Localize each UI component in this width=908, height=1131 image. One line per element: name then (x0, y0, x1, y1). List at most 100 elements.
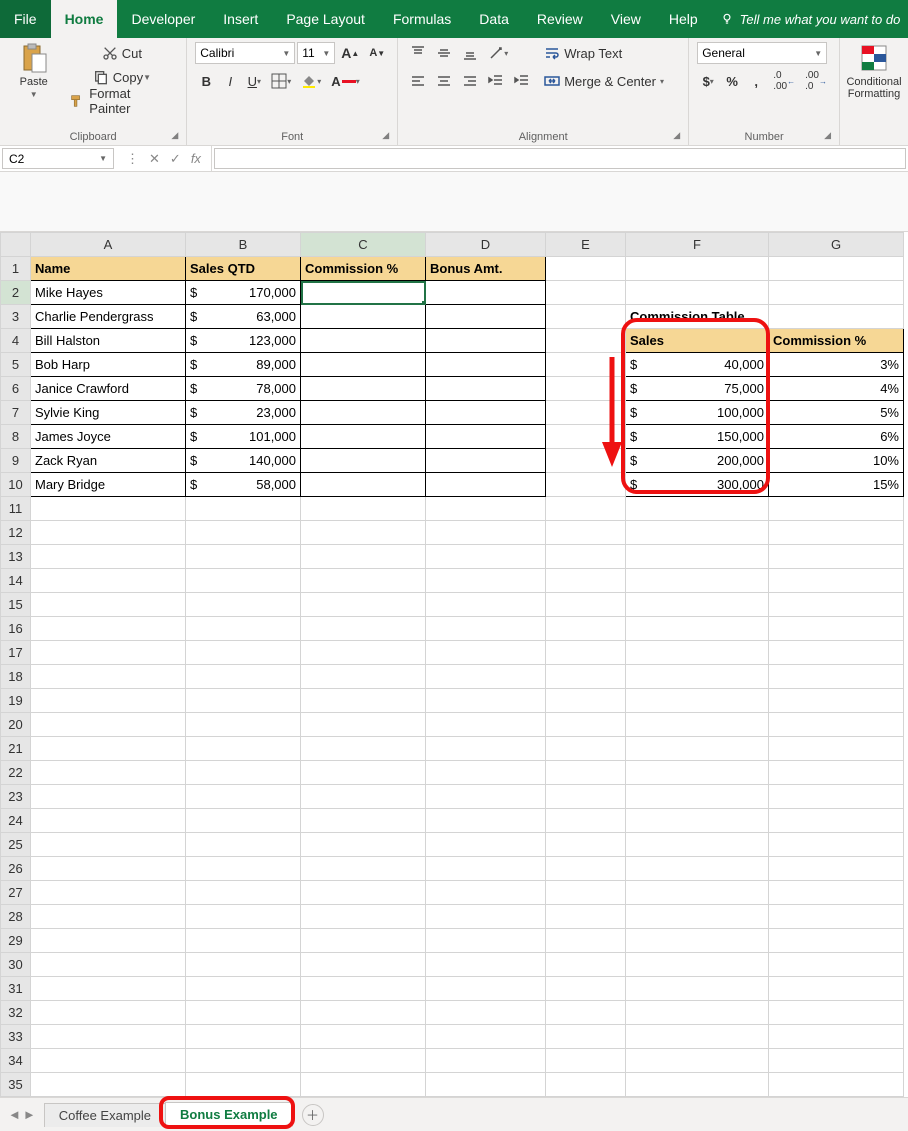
row-header[interactable]: 14 (1, 569, 31, 593)
cell[interactable] (626, 665, 769, 689)
cell[interactable]: $75,000 (626, 377, 769, 401)
cell[interactable] (546, 713, 626, 737)
cell[interactable] (769, 905, 904, 929)
cell[interactable] (769, 281, 904, 305)
conditional-formatting-button[interactable]: Conditional Formatting (848, 42, 900, 100)
cell[interactable] (31, 521, 186, 545)
cell[interactable]: Commission % (301, 257, 426, 281)
row-header[interactable]: 32 (1, 1001, 31, 1025)
cell[interactable] (769, 881, 904, 905)
cell[interactable] (31, 689, 186, 713)
cell[interactable] (626, 1049, 769, 1073)
cell[interactable] (31, 953, 186, 977)
cell[interactable] (301, 881, 426, 905)
cell[interactable] (301, 785, 426, 809)
cell[interactable] (769, 1073, 904, 1097)
cell[interactable] (626, 953, 769, 977)
cell[interactable] (626, 929, 769, 953)
row-header[interactable]: 17 (1, 641, 31, 665)
name-box[interactable]: C2▼ (2, 148, 114, 169)
cell[interactable] (426, 281, 546, 305)
cell[interactable]: $58,000 (186, 473, 301, 497)
cell[interactable]: Commission Table (626, 305, 769, 329)
tab-view[interactable]: View (597, 0, 655, 38)
cell[interactable] (626, 1073, 769, 1097)
decrease-font-button[interactable]: A▼ (365, 42, 389, 64)
cell[interactable] (626, 593, 769, 617)
dialog-launcher-icon[interactable]: ◢ (382, 130, 389, 141)
cell[interactable] (769, 257, 904, 281)
row-header[interactable]: 4 (1, 329, 31, 353)
row-header[interactable]: 19 (1, 689, 31, 713)
cell[interactable] (546, 473, 626, 497)
cell[interactable]: Bill Halston (31, 329, 186, 353)
cell[interactable] (301, 953, 426, 977)
cell[interactable] (301, 401, 426, 425)
cell[interactable] (426, 857, 546, 881)
cell[interactable]: $78,000 (186, 377, 301, 401)
cell[interactable]: 5% (769, 401, 904, 425)
dialog-launcher-icon[interactable]: ◢ (824, 130, 831, 141)
cell[interactable] (769, 929, 904, 953)
cell[interactable] (769, 1001, 904, 1025)
cell[interactable]: $101,000 (186, 425, 301, 449)
cell[interactable] (31, 833, 186, 857)
col-header-F[interactable]: F (626, 233, 769, 257)
cell[interactable] (186, 665, 301, 689)
cell[interactable] (626, 761, 769, 785)
row-header[interactable]: 20 (1, 713, 31, 737)
cell[interactable] (546, 953, 626, 977)
cell[interactable] (546, 1049, 626, 1073)
cell[interactable] (31, 569, 186, 593)
cell[interactable] (301, 833, 426, 857)
cell[interactable] (31, 617, 186, 641)
cell[interactable] (31, 761, 186, 785)
cell[interactable] (186, 953, 301, 977)
cell[interactable]: Janice Crawford (31, 377, 186, 401)
cell[interactable] (546, 689, 626, 713)
cell[interactable]: James Joyce (31, 425, 186, 449)
cell[interactable] (186, 689, 301, 713)
tab-review[interactable]: Review (523, 0, 597, 38)
tab-developer[interactable]: Developer (117, 0, 209, 38)
cell[interactable] (626, 257, 769, 281)
cell[interactable] (626, 833, 769, 857)
cell[interactable]: $140,000 (186, 449, 301, 473)
cell[interactable] (546, 929, 626, 953)
cell[interactable] (426, 545, 546, 569)
cell[interactable] (301, 737, 426, 761)
percent-format-button[interactable]: % (721, 70, 743, 92)
orientation-button[interactable]: ▾ (484, 42, 512, 64)
add-sheet-button[interactable]: ＋ (302, 1104, 324, 1126)
cell[interactable] (769, 569, 904, 593)
cell[interactable] (186, 809, 301, 833)
cell[interactable] (426, 617, 546, 641)
row-header[interactable]: 15 (1, 593, 31, 617)
cell[interactable] (186, 593, 301, 617)
cell[interactable] (31, 665, 186, 689)
cell[interactable]: $123,000 (186, 329, 301, 353)
tab-formulas[interactable]: Formulas (379, 0, 465, 38)
cell[interactable] (546, 1025, 626, 1049)
cell[interactable] (426, 761, 546, 785)
cell[interactable] (301, 353, 426, 377)
cell[interactable] (546, 329, 626, 353)
cell[interactable] (301, 1073, 426, 1097)
cell[interactable] (626, 809, 769, 833)
cell[interactable] (301, 665, 426, 689)
cell[interactable] (186, 1049, 301, 1073)
cell[interactable] (301, 1049, 426, 1073)
cell[interactable] (546, 641, 626, 665)
cell[interactable] (426, 353, 546, 377)
row-header[interactable]: 25 (1, 833, 31, 857)
cell[interactable]: 3% (769, 353, 904, 377)
sheet-nav-next[interactable]: ► (23, 1107, 36, 1122)
cell[interactable] (31, 857, 186, 881)
font-size-select[interactable]: 11▼ (297, 42, 335, 64)
cell[interactable] (301, 545, 426, 569)
row-header[interactable]: 13 (1, 545, 31, 569)
cell[interactable] (31, 1073, 186, 1097)
cell[interactable] (626, 977, 769, 1001)
cell[interactable] (546, 569, 626, 593)
cell[interactable] (546, 281, 626, 305)
